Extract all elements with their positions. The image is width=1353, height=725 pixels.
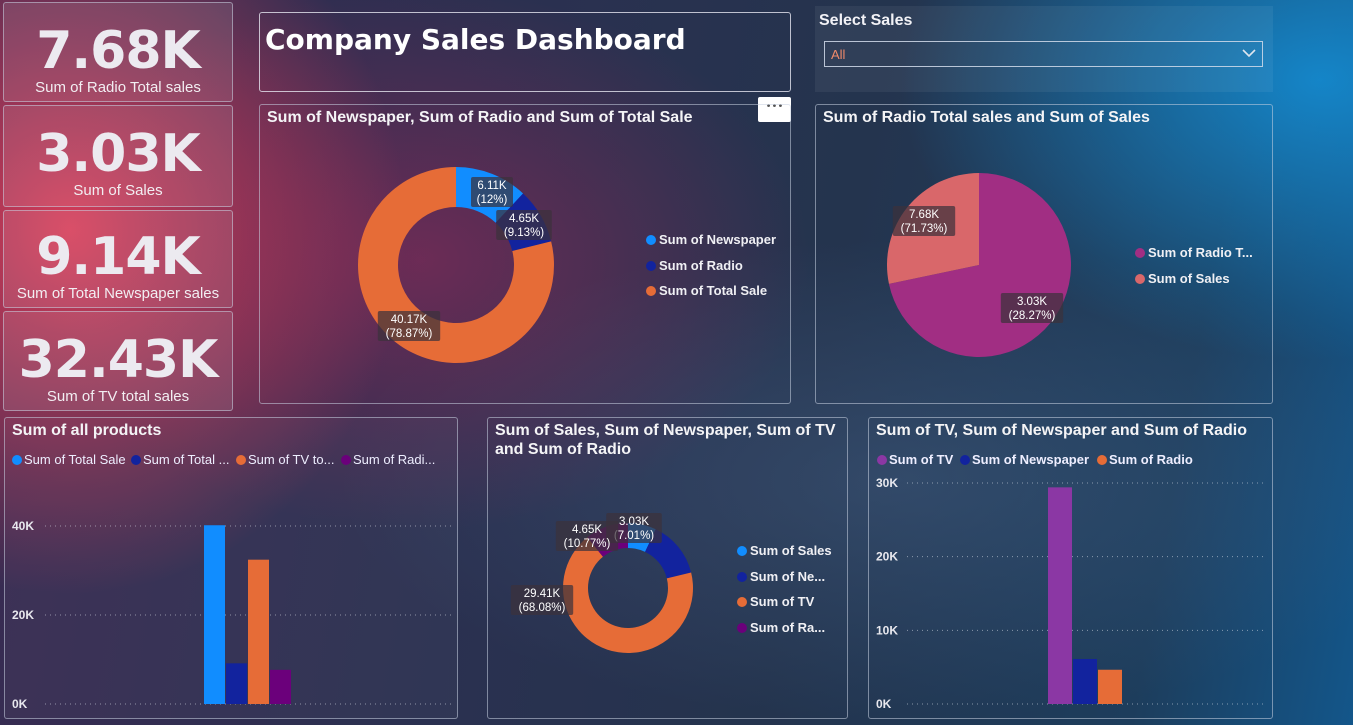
legend-item-newspaper[interactable]: Sum of Newspaper xyxy=(646,232,776,247)
kpi-label: Sum of Radio Total sales xyxy=(35,79,201,96)
legend-label: Sum of Radio xyxy=(659,258,743,273)
bar[interactable] xyxy=(226,663,247,704)
sales-dropdown[interactable]: All xyxy=(824,41,1263,67)
legend-dot-icon xyxy=(737,572,747,582)
y-tick-label: 0K xyxy=(12,697,28,711)
bar[interactable] xyxy=(1073,658,1097,704)
dashboard-title-box: Company Sales Dashboard xyxy=(259,12,791,92)
y-tick-label: 20K xyxy=(876,550,898,564)
data-label: 40.17K (78.87%) xyxy=(377,311,441,341)
legend-label: Sum of Radio T... xyxy=(1148,245,1253,260)
legend-label: Sum of Sales xyxy=(750,543,832,558)
kpi-label: Sum of Sales xyxy=(73,182,163,199)
data-label-value: 4.65K xyxy=(509,213,539,225)
chart-panel-all-products: Sum of all products Sum of Total Sale Su… xyxy=(4,417,458,719)
data-label-value: 4.65K xyxy=(572,524,602,536)
data-label: 3.03K (28.27%) xyxy=(1000,293,1064,323)
legend-label: Sum of Sales xyxy=(1148,271,1230,286)
kpi-value: 7.68K xyxy=(36,21,201,81)
bar[interactable] xyxy=(248,559,269,704)
legend-item-tv[interactable]: Sum of TV xyxy=(737,594,814,609)
kpi-value: 9.14K xyxy=(36,227,201,287)
chart-panel-newspaper-radio-total: Sum of Newspaper, Sum of Radio and Sum o… xyxy=(259,104,791,404)
data-label-value: 29.41K xyxy=(524,588,561,600)
legend-item-radio[interactable]: Sum of Radio xyxy=(646,258,743,273)
legend-dot-icon xyxy=(737,546,747,556)
chart-panel-radio-sales: Sum of Radio Total sales and Sum of Sale… xyxy=(815,104,1273,404)
legend-label: Sum of Total Sale xyxy=(659,283,768,298)
data-label: 6.11K (12%) xyxy=(471,177,513,207)
y-tick-label: 0K xyxy=(876,697,892,711)
legend-item-total-sale[interactable]: Sum of Total Sale xyxy=(646,283,767,298)
dropdown-value: All xyxy=(831,47,846,62)
legend-item-radio[interactable]: Sum of Ra... xyxy=(737,620,825,635)
data-label-percent: (28.27%) xyxy=(1009,310,1056,322)
legend-label: Sum of TV xyxy=(750,594,815,609)
data-label: 29.41K (68.08%) xyxy=(510,585,574,615)
legend-label: Sum of Ne... xyxy=(750,569,826,584)
legend-dot-icon xyxy=(1135,248,1145,258)
legend-item-sales[interactable]: Sum of Sales xyxy=(737,543,832,558)
data-label-value: 6.11K xyxy=(477,180,507,192)
data-label: 4.65K (10.77%) xyxy=(555,521,619,551)
legend-dot-icon xyxy=(737,597,747,607)
legend-dot-icon xyxy=(646,235,656,245)
kpi-label: Sum of Total Newspaper sales xyxy=(16,285,220,302)
bar[interactable] xyxy=(204,525,225,704)
data-label-percent: (78.87%) xyxy=(386,328,433,340)
y-tick-label: 40K xyxy=(12,519,34,533)
bar-chart: 0K 20K 40K xyxy=(12,519,453,711)
data-label-percent: (9.13%) xyxy=(504,227,544,239)
legend-item-radio-total[interactable]: Sum of Radio T... xyxy=(1135,245,1253,260)
data-label-percent: (71.73%) xyxy=(901,223,948,235)
data-label-value: 7.68K xyxy=(909,209,939,221)
donut-chart: 6.11K (12%)4.65K (9.13%) 40.17K (78.87%) xyxy=(358,167,554,363)
bar[interactable] xyxy=(1048,487,1072,704)
legend-item-newspaper[interactable]: Sum of Ne... xyxy=(737,569,825,584)
chart-panel-tv-newspaper-radio: Sum of TV, Sum of Newspaper and Sum of R… xyxy=(868,417,1273,719)
data-label: 7.68K (71.73%) xyxy=(892,206,956,236)
legend-item-sales[interactable]: Sum of Sales xyxy=(1135,271,1230,286)
kpi-card-radio-total: 7.68K Sum of Radio Total sales xyxy=(3,2,233,102)
legend-dot-icon xyxy=(737,623,747,633)
y-tick-label: 10K xyxy=(876,623,898,637)
data-label-value: 3.03K xyxy=(1017,296,1047,308)
legend-dot-icon xyxy=(646,286,656,296)
kpi-value: 3.03K xyxy=(36,124,201,184)
data-label-value: 3.03K xyxy=(619,516,649,528)
bar[interactable] xyxy=(1098,669,1122,704)
slicer-title: Select Sales xyxy=(819,12,913,29)
kpi-card-sales: 3.03K Sum of Sales xyxy=(3,105,233,207)
data-label-percent: (7.01%) xyxy=(614,530,654,542)
kpi-label: Sum of TV total sales xyxy=(46,388,190,405)
kpi-card-newspaper: 9.14K Sum of Total Newspaper sales xyxy=(3,210,233,308)
y-tick-label: 30K xyxy=(876,476,898,490)
legend-dot-icon xyxy=(1135,274,1145,284)
page-title: Company Sales Dashboard xyxy=(265,23,686,56)
kpi-card-tv: 32.43K Sum of TV total sales xyxy=(3,311,233,411)
data-label-value: 40.17K xyxy=(391,314,428,326)
slicer-panel: Select Sales All xyxy=(815,6,1273,92)
chart-panel-sales-newspaper-tv-radio: Sum of Sales, Sum of Newspaper, Sum of T… xyxy=(487,417,848,719)
chevron-down-icon[interactable] xyxy=(1242,48,1256,58)
legend-dot-icon xyxy=(646,261,656,271)
bar[interactable] xyxy=(270,669,291,704)
legend-label: Sum of Ra... xyxy=(750,620,826,635)
kpi-value: 32.43K xyxy=(18,330,219,390)
data-label-percent: (10.77%) xyxy=(564,538,611,550)
legend-label: Sum of Newspaper xyxy=(659,232,777,247)
y-tick-label: 20K xyxy=(12,608,34,622)
data-label: 4.65K (9.13%) xyxy=(496,210,552,240)
donut-chart: 3.03K (7.01%) 29.41K (68.08%) 4.65K (10.77%) xyxy=(510,513,693,653)
data-label-percent: (12%) xyxy=(477,194,508,206)
data-label-percent: (68.08%) xyxy=(519,602,566,614)
bar-chart: 0K 10K 20K 30K xyxy=(876,476,1267,711)
